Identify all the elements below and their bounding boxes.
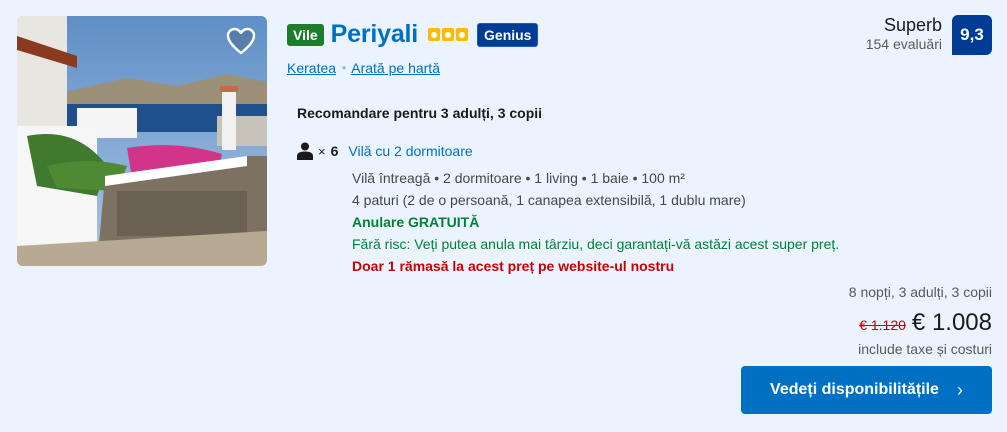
multiply-sign: ×: [318, 143, 326, 159]
star-icon: [428, 28, 441, 41]
recommendation-title: Recomandare pentru 3 adulți, 3 copii: [297, 105, 543, 121]
unit-facilities: Vilă întreagă • 2 dormitoare • 1 living …: [352, 170, 685, 186]
review-count: 154 evaluări: [865, 36, 942, 52]
star-icon: [442, 28, 455, 41]
price-row: € 1.120 € 1.008: [849, 309, 992, 337]
unit-beds: 4 paturi (2 de o persoană, 1 canapea ext…: [352, 192, 746, 208]
free-cancellation-description: Fără risc: Veți putea anula mai târziu, …: [352, 236, 840, 252]
free-cancellation: Anulare GRATUITĂ: [352, 214, 480, 230]
review-score-badge: 9,3: [952, 15, 992, 55]
heart-icon: [226, 27, 256, 55]
property-type-badge: Vile: [287, 23, 324, 46]
unit-count: 6: [330, 143, 339, 159]
unit-name-link[interactable]: Vilă cu 2 dormitoare: [348, 143, 472, 159]
property-header: Vile Periyali Genius: [287, 20, 539, 49]
stay-info: 8 nopți, 3 adulți, 3 copii: [848, 284, 992, 300]
price-block: 8 nopți, 3 adulți, 3 copii € 1.120 € 1.0…: [849, 283, 992, 357]
see-availability-button[interactable]: Vedeți disponibilitățile ›: [741, 366, 992, 414]
review-score[interactable]: Superb 154 evaluări 9,3: [866, 15, 992, 55]
location-link[interactable]: Keratea: [287, 60, 336, 76]
property-name-link[interactable]: Periyali: [331, 20, 419, 49]
taxes-note: include taxe și costuri: [858, 341, 992, 357]
person-icon: [297, 142, 313, 160]
current-price: € 1.008: [911, 309, 992, 336]
see-availability-label: Vedeți disponibilitățile: [770, 381, 939, 398]
unit-details: Vilă întreagă • 2 dormitoare • 1 living …: [352, 167, 839, 277]
genius-badge[interactable]: Genius: [477, 22, 539, 47]
favorite-button[interactable]: [223, 24, 259, 58]
separator-dot: •: [342, 61, 347, 75]
star-icon: [456, 28, 469, 41]
star-rating: [428, 28, 469, 41]
unit-row: × 6 Vilă cu 2 dormitoare: [297, 142, 473, 160]
review-word: Superb: [883, 15, 942, 35]
location-line: Keratea • Arată pe hartă: [287, 60, 440, 76]
show-on-map-link[interactable]: Arată pe hartă: [351, 60, 440, 76]
original-price: € 1.120: [859, 317, 906, 333]
review-text: Superb 154 evaluări: [866, 15, 942, 54]
chevron-right-icon: ›: [956, 379, 963, 400]
scarcity-message: Doar 1 rămasă la acest preț pe website-u…: [352, 258, 675, 274]
